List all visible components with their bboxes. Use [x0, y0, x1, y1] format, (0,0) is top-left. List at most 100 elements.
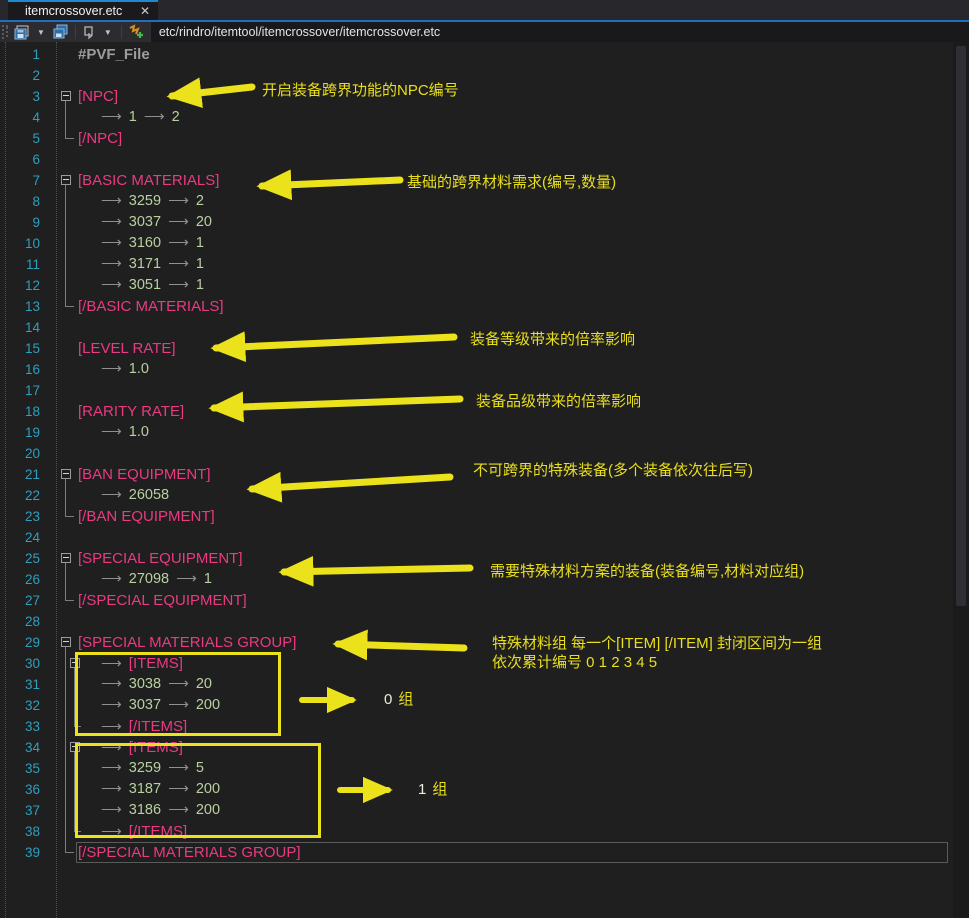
section-tag[interactable]: [BASIC MATERIALS]	[78, 172, 219, 189]
value-token[interactable]: 200	[196, 781, 220, 797]
value-token[interactable]: 2	[172, 109, 180, 125]
value-token[interactable]: 3187	[129, 781, 161, 797]
code-line[interactable]: 21[BAN EQUIPMENT]	[0, 464, 953, 485]
arrow-token[interactable]: ⟶	[168, 256, 189, 272]
line-content[interactable]: ⟶3038⟶20	[78, 674, 212, 695]
arrow-token[interactable]: ⟶	[144, 109, 165, 125]
code-line[interactable]: 16⟶1.0	[0, 359, 953, 380]
code-line[interactable]: 34⟶[ITEMS]	[0, 737, 953, 758]
code-line[interactable]: 38⟶[/ITEMS]	[0, 821, 953, 842]
arrow-token[interactable]: ⟶	[101, 109, 122, 125]
line-content[interactable]: ⟶ 1.0	[78, 359, 149, 380]
section-tag[interactable]: [LEVEL RATE]	[78, 340, 176, 357]
value-token[interactable]: 1.0	[129, 424, 149, 440]
line-content[interactable]: ⟶3037⟶200	[78, 695, 220, 716]
code-line[interactable]: 30⟶[ITEMS]	[0, 653, 953, 674]
value-token[interactable]: 3037	[129, 214, 161, 230]
line-content[interactable]: ⟶[ITEMS]	[78, 653, 183, 674]
value-token[interactable]: 20	[196, 676, 212, 692]
section-tag[interactable]: [/SPECIAL EQUIPMENT]	[78, 592, 247, 609]
arrow-token[interactable]: ⟶	[176, 571, 197, 587]
section-tag[interactable]: [SPECIAL EQUIPMENT]	[78, 550, 242, 567]
code-line[interactable]: 2	[0, 65, 953, 86]
line-content[interactable]: [SPECIAL EQUIPMENT]	[78, 548, 242, 569]
line-content[interactable]: #PVF_File	[78, 44, 150, 65]
value-token[interactable]: 3259	[129, 760, 161, 776]
code-editor[interactable]: 1#PVF_File23[NPC]4⟶1⟶25[/NPC]67[BASIC MA…	[0, 42, 953, 918]
code-line[interactable]: 5[/NPC]	[0, 128, 953, 149]
line-content[interactable]: [LEVEL RATE]	[78, 338, 176, 359]
value-token[interactable]: 1.0	[129, 361, 149, 377]
code-line[interactable]: 22⟶26058	[0, 485, 953, 506]
line-content[interactable]: ⟶26058	[78, 485, 169, 506]
arrow-token[interactable]: ⟶	[101, 802, 122, 818]
line-content[interactable]: ⟶1⟶2	[78, 107, 180, 128]
code-line[interactable]: 23[/BAN EQUIPMENT]	[0, 506, 953, 527]
value-token[interactable]: 3160	[129, 235, 161, 251]
fold-toggle[interactable]	[61, 553, 71, 563]
arrow-token[interactable]: ⟶	[101, 781, 122, 797]
code-line[interactable]: 20	[0, 443, 953, 464]
code-line[interactable]: 36⟶3187⟶200	[0, 779, 953, 800]
section-tag[interactable]: [/ITEMS]	[129, 718, 187, 735]
line-content[interactable]: [SPECIAL MATERIALS GROUP]	[78, 632, 296, 653]
code-line[interactable]: 31⟶3038⟶20	[0, 674, 953, 695]
arrow-token[interactable]: ⟶	[168, 802, 189, 818]
scrollbar-thumb[interactable]	[956, 46, 966, 606]
line-content[interactable]: ⟶3160⟶1	[78, 233, 204, 254]
section-tag[interactable]: [/BAN EQUIPMENT]	[78, 508, 215, 525]
arrow-token[interactable]: ⟶	[168, 214, 189, 230]
value-token[interactable]: 20	[196, 214, 212, 230]
toolbar-grip[interactable]	[2, 25, 8, 39]
code-line[interactable]: 11⟶3171⟶1	[0, 254, 953, 275]
line-content[interactable]: ⟶ 3037 ⟶ 20	[78, 212, 212, 233]
fold-toggle[interactable]	[61, 175, 71, 185]
code-line[interactable]: 10⟶3160⟶1	[0, 233, 953, 254]
line-content[interactable]: ⟶ 3187 ⟶ 200	[78, 779, 220, 800]
code-line[interactable]: 18[RARITY RATE]	[0, 401, 953, 422]
line-content[interactable]: ⟶ [/ITEMS]	[78, 716, 187, 737]
code-line[interactable]: 25[SPECIAL EQUIPMENT]	[0, 548, 953, 569]
line-content[interactable]: ⟶27098⟶1	[78, 569, 212, 590]
value-token[interactable]: 200	[196, 697, 220, 713]
line-content[interactable]: [/BASIC MATERIALS]	[78, 296, 224, 317]
section-tag[interactable]: [/NPC]	[78, 130, 122, 147]
line-content[interactable]: ⟶1.0	[78, 422, 149, 443]
fold-toggle[interactable]	[61, 91, 71, 101]
line-content[interactable]: [/BAN EQUIPMENT]	[78, 506, 215, 527]
tool-dropdown[interactable]: ▼	[99, 23, 117, 41]
value-token[interactable]: 1	[196, 277, 204, 293]
value-token[interactable]: 1	[204, 571, 212, 587]
line-content[interactable]: ⟶[ITEMS]	[78, 737, 183, 758]
code-line[interactable]: 15[LEVEL RATE]	[0, 338, 953, 359]
arrow-token[interactable]: ⟶	[168, 781, 189, 797]
code-line[interactable]: 17	[0, 380, 953, 401]
fold-toggle[interactable]	[70, 658, 80, 668]
code-line[interactable]: 32⟶3037⟶200	[0, 695, 953, 716]
arrow-token[interactable]: ⟶	[101, 361, 122, 377]
arrow-token[interactable]: ⟶	[168, 193, 189, 209]
line-content[interactable]: ⟶3259⟶2	[78, 191, 204, 212]
arrow-token[interactable]: ⟶	[101, 697, 122, 713]
fold-toggle[interactable]	[70, 742, 80, 752]
arrow-token[interactable]: ⟶	[101, 719, 122, 735]
line-content[interactable]: ⟶ [/ITEMS]	[78, 821, 187, 842]
code-line[interactable]: 1#PVF_File	[0, 44, 953, 65]
add-item-button[interactable]	[126, 23, 147, 41]
tool-button[interactable]	[80, 23, 99, 41]
line-content[interactable]: [BASIC MATERIALS]	[78, 170, 219, 191]
value-token[interactable]: 1	[196, 235, 204, 251]
section-tag[interactable]: [/ITEMS]	[129, 823, 187, 840]
tab-itemcrossover[interactable]: itemcrossover.etc ✕	[8, 0, 158, 20]
code-line[interactable]: 26⟶27098⟶1	[0, 569, 953, 590]
arrow-token[interactable]: ⟶	[101, 256, 122, 272]
arrow-token[interactable]: ⟶	[101, 824, 122, 840]
line-content[interactable]: [NPC]	[78, 86, 118, 107]
code-line[interactable]: 6	[0, 149, 953, 170]
section-tag[interactable]: [RARITY RATE]	[78, 403, 184, 420]
arrow-token[interactable]: ⟶	[168, 697, 189, 713]
arrow-token[interactable]: ⟶	[101, 214, 122, 230]
value-token[interactable]: 3259	[129, 193, 161, 209]
tab-close-icon[interactable]: ✕	[140, 5, 150, 17]
line-content[interactable]: ⟶3051⟶1	[78, 275, 204, 296]
